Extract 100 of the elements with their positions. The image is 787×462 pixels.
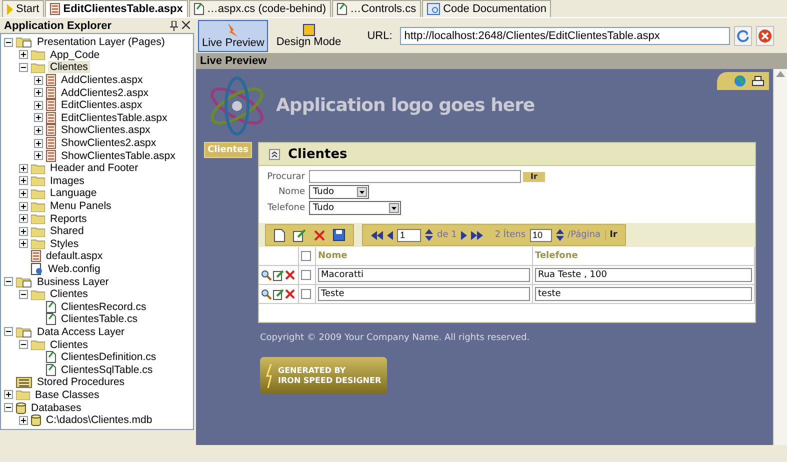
tree-item[interactable]: AddClientes2.aspx <box>59 86 151 99</box>
refresh-button[interactable] <box>734 26 752 46</box>
page-icon <box>46 150 56 162</box>
folder-icon <box>31 226 45 237</box>
tree-item[interactable]: Reports <box>48 212 89 225</box>
filter-dropdown[interactable]: Tudo <box>309 185 369 199</box>
folder-icon <box>31 175 45 186</box>
document-tab[interactable]: Code Documentation <box>422 0 552 17</box>
expander-icon[interactable] <box>19 50 28 60</box>
table-input[interactable]: teste <box>535 287 752 301</box>
sql-icon <box>16 376 32 388</box>
expander-icon[interactable] <box>19 164 28 173</box>
filter-label: Nome <box>277 187 305 197</box>
document-tab[interactable]: Start <box>2 0 44 17</box>
folder-icon <box>31 339 45 350</box>
tree-item[interactable]: Clientes <box>48 288 90 300</box>
tree-item[interactable]: ClientesDefinition.cs <box>59 351 158 364</box>
per-page-label: /Página <box>568 230 601 240</box>
page-field[interactable]: 1 <box>397 228 421 242</box>
tree-item[interactable]: Images <box>48 174 86 187</box>
table-input[interactable]: Rua Teste , 100 <box>535 268 752 282</box>
tree-item[interactable]: Shared <box>48 225 86 238</box>
checkbox[interactable] <box>301 270 311 280</box>
tree-item[interactable]: EditClientesTable.aspx <box>59 112 170 124</box>
tree-item[interactable]: Stored Procedures <box>35 376 127 388</box>
layer-icon <box>16 36 32 48</box>
tree-item[interactable]: Menu Panels <box>48 200 114 212</box>
table-input[interactable]: Teste <box>318 287 530 301</box>
table-input[interactable]: Macoratti <box>318 268 530 282</box>
document-tab[interactable]: …aspx.cs (code-behind) <box>188 0 332 17</box>
collapse-icon <box>269 148 280 160</box>
delete-icon <box>285 270 295 280</box>
go-button[interactable]: Ir <box>523 172 545 182</box>
expander-icon[interactable] <box>4 403 13 412</box>
tree-item[interactable]: C:\dados\Clientes.mdb <box>44 414 154 426</box>
filter-dropdown[interactable]: Tudo <box>309 201 401 215</box>
code-file-icon <box>46 364 56 376</box>
expander-icon[interactable] <box>34 100 43 110</box>
url-field[interactable]: http://localhost:2648/Clientes/EditClientesTable.aspx <box>400 26 730 44</box>
folder-icon <box>31 62 45 73</box>
tree-item[interactable]: ShowClientesTable.aspx <box>59 150 178 162</box>
expander-icon[interactable] <box>19 239 28 248</box>
checkbox[interactable] <box>301 251 311 261</box>
tree-item[interactable]: EditClientes.aspx <box>59 99 144 112</box>
expander-icon[interactable] <box>19 226 28 236</box>
page-size-field[interactable]: 10 <box>530 228 552 242</box>
mode-button[interactable]: Live Preview <box>198 20 268 52</box>
expander-icon[interactable] <box>19 340 28 350</box>
expander-icon[interactable] <box>19 416 28 425</box>
expander-icon[interactable] <box>34 151 43 160</box>
mode-button[interactable]: Design Mode <box>272 20 346 52</box>
search-field[interactable] <box>309 170 521 183</box>
tree-item[interactable]: Presentation Layer (Pages) <box>35 36 167 48</box>
refresh-icon <box>736 28 750 42</box>
expander-icon[interactable] <box>34 113 43 122</box>
pin-icon <box>170 20 178 30</box>
tree-item[interactable]: Clientes <box>48 338 90 351</box>
expander-icon[interactable] <box>19 176 28 186</box>
expander-icon[interactable] <box>19 188 28 198</box>
expander-icon[interactable] <box>4 327 13 336</box>
globe-icon <box>734 75 746 87</box>
folder-icon <box>31 49 45 60</box>
folder-icon <box>16 389 30 400</box>
expander-icon[interactable] <box>19 202 28 211</box>
document-tab[interactable]: EditClientesTable.aspx <box>45 0 188 17</box>
expander-icon[interactable] <box>4 38 13 47</box>
folder-icon <box>31 200 45 212</box>
document-tab[interactable]: …Controls.cs <box>332 0 422 17</box>
expander-icon[interactable] <box>34 138 43 148</box>
tree-item[interactable]: default.aspx <box>44 250 105 262</box>
tree-item[interactable]: ClientesSqlTable.cs <box>59 364 155 376</box>
expander-icon[interactable] <box>4 390 13 400</box>
expander-icon[interactable] <box>19 214 28 224</box>
expander-icon[interactable] <box>4 277 13 286</box>
go-button[interactable]: Ir <box>604 230 618 240</box>
expander-icon[interactable] <box>19 62 28 72</box>
stop-button[interactable] <box>756 26 774 46</box>
tree-item[interactable]: ClientesRecord.cs <box>59 300 148 313</box>
expander-icon[interactable] <box>19 290 28 299</box>
spinner-icon <box>425 228 433 242</box>
expander-icon[interactable] <box>34 76 43 85</box>
expander-icon[interactable] <box>34 88 43 98</box>
tree-item[interactable]: App_Code <box>48 48 102 61</box>
page-icon <box>46 112 56 124</box>
tree-item[interactable]: Base Classes <box>33 388 102 401</box>
tree-item[interactable]: AddClientes.aspx <box>59 74 145 86</box>
tree-item[interactable]: Business Layer <box>35 276 111 288</box>
tree-item[interactable]: ShowClientes2.aspx <box>59 137 158 150</box>
tree-item[interactable]: Header and Footer <box>48 162 140 174</box>
tree-item[interactable]: Language <box>48 187 99 200</box>
expander-icon[interactable] <box>34 126 43 135</box>
tree-item[interactable]: Web.config <box>46 262 102 275</box>
tree-item[interactable]: ShowClientes.aspx <box>59 124 152 136</box>
tree-item[interactable]: Data Access Layer <box>35 326 127 338</box>
code-file-icon <box>46 351 56 364</box>
tree-item[interactable]: Clientes <box>48 61 90 74</box>
tree-item[interactable]: Databases <box>29 402 84 414</box>
tree-item[interactable]: Styles <box>48 238 81 250</box>
checkbox[interactable] <box>301 289 311 299</box>
tree-item[interactable]: ClientesTable.cs <box>59 313 140 326</box>
